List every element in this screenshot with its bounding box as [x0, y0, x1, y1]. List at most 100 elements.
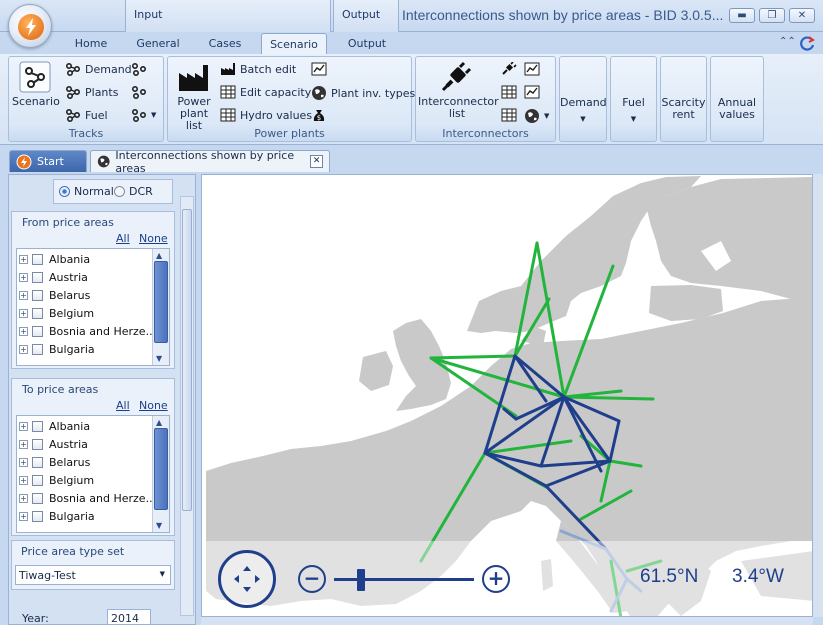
track-option-button-2[interactable]: [131, 85, 147, 99]
filter-panel-scrollbar[interactable]: [180, 196, 194, 616]
scroll-up-icon[interactable]: ▲: [156, 418, 162, 427]
normal-radio[interactable]: Normal: [59, 185, 114, 198]
dcr-radio[interactable]: DCR: [114, 185, 153, 198]
tab-general[interactable]: General: [127, 33, 189, 54]
track-option-dropdown[interactable]: ▼: [131, 108, 156, 122]
checkbox[interactable]: [32, 456, 43, 468]
checkbox[interactable]: [32, 474, 43, 486]
list-item[interactable]: + Albania: [17, 417, 169, 435]
list-item[interactable]: + Bosnia and Herze...: [17, 322, 169, 340]
expand-icon[interactable]: +: [19, 439, 28, 449]
list-item[interactable]: + Belarus: [17, 286, 169, 304]
fuel-dropdown[interactable]: Fuel ▼: [610, 56, 657, 142]
list-item[interactable]: + Bulgaria: [17, 507, 169, 525]
scroll-thumb[interactable]: [182, 209, 192, 511]
pan-control[interactable]: [218, 550, 276, 608]
expand-icon[interactable]: +: [19, 290, 28, 300]
plug-small-button[interactable]: [501, 62, 517, 76]
list-item[interactable]: + Austria: [17, 435, 169, 453]
plants-track-button[interactable]: Plants: [65, 85, 118, 99]
list-item[interactable]: + Austria: [17, 268, 169, 286]
from-list-scrollbar[interactable]: ▲ ▼: [152, 249, 169, 365]
checkbox[interactable]: [32, 343, 43, 355]
close-button[interactable]: ✕: [789, 8, 815, 23]
checkbox[interactable]: [32, 492, 43, 504]
scroll-thumb[interactable]: [154, 261, 168, 343]
expand-icon[interactable]: +: [19, 511, 28, 521]
close-tab-icon[interactable]: ✕: [310, 155, 323, 168]
list-item[interactable]: + Bulgaria: [17, 340, 169, 358]
hydro-values-button[interactable]: Hydro values: [220, 108, 312, 122]
interconnector-globe-dropdown[interactable]: ▼: [524, 108, 549, 124]
scroll-down-icon[interactable]: ▼: [156, 521, 162, 530]
power-plant-list-button[interactable]: Power plant list: [171, 61, 217, 132]
zoom-out-button[interactable]: −: [298, 565, 326, 593]
annual-values-dropdown[interactable]: Annual values: [710, 56, 764, 142]
expand-icon[interactable]: +: [19, 421, 28, 431]
zoom-slider-thumb[interactable]: [357, 569, 365, 591]
checkbox[interactable]: [32, 510, 43, 522]
plant-inv-types-button[interactable]: Plant inv. types: [311, 85, 415, 101]
list-item[interactable]: + Albania: [17, 250, 169, 268]
scroll-thumb[interactable]: [154, 428, 168, 510]
year-input[interactable]: 2014: [107, 609, 151, 625]
scenario-button[interactable]: Scenario: [12, 61, 60, 108]
expand-icon[interactable]: +: [19, 457, 28, 467]
demand-track-button[interactable]: Demand: [65, 62, 132, 76]
expand-icon[interactable]: +: [19, 326, 28, 336]
expand-icon[interactable]: +: [19, 254, 28, 264]
list-item[interactable]: + Bosnia and Herze...: [17, 489, 169, 507]
checkbox[interactable]: [32, 289, 43, 301]
map-vertical-scrollbar[interactable]: [813, 174, 823, 617]
tab-interconnections[interactable]: Interconnections shown by price areas ✕: [90, 149, 330, 175]
list-item[interactable]: + Belarus: [17, 453, 169, 471]
maximize-button[interactable]: ❐: [759, 8, 785, 23]
checkbox[interactable]: [32, 325, 43, 337]
interconnector-grid-button-2[interactable]: [501, 108, 517, 122]
expand-icon[interactable]: +: [19, 308, 28, 318]
from-select-none-link[interactable]: None: [139, 232, 168, 245]
scroll-up-icon[interactable]: ▲: [156, 251, 162, 260]
map-horizontal-scrollbar[interactable]: [201, 617, 813, 625]
tab-output[interactable]: Output: [336, 33, 398, 54]
track-option-button-1[interactable]: [131, 62, 147, 76]
power-chart-button[interactable]: [311, 62, 327, 76]
batch-edit-button[interactable]: Batch edit: [220, 62, 296, 76]
price-area-type-set-select[interactable]: Tiwag-Test ▼: [15, 565, 171, 585]
list-item[interactable]: + Belgium: [17, 304, 169, 322]
refresh-icon[interactable]: [798, 34, 816, 55]
money-bag-button[interactable]: $: [311, 108, 327, 124]
zoom-slider-track[interactable]: [334, 578, 474, 581]
demand-dropdown[interactable]: Demand ▼: [559, 56, 607, 142]
interconnector-chart-button-2[interactable]: [524, 85, 540, 99]
to-select-none-link[interactable]: None: [139, 399, 168, 412]
to-select-all-link[interactable]: All: [116, 399, 130, 412]
list-item[interactable]: + Belgium: [17, 471, 169, 489]
interconnection-map[interactable]: − + 61.5°N 3.4°W: [201, 174, 813, 617]
interconnector-chart-button-1[interactable]: [524, 62, 540, 76]
tab-cases[interactable]: Cases: [195, 33, 255, 54]
checkbox[interactable]: [32, 438, 43, 450]
expand-icon[interactable]: +: [19, 344, 28, 354]
from-select-all-link[interactable]: All: [116, 232, 130, 245]
tab-home[interactable]: Home: [65, 33, 117, 54]
fuel-track-button[interactable]: Fuel: [65, 108, 108, 122]
expand-icon[interactable]: +: [19, 272, 28, 282]
scroll-down-icon[interactable]: ▼: [156, 354, 162, 363]
app-menu-button[interactable]: [8, 4, 52, 48]
scarcity-rent-dropdown[interactable]: Scarcity rent: [660, 56, 707, 142]
zoom-in-button[interactable]: +: [482, 565, 510, 593]
checkbox[interactable]: [32, 307, 43, 319]
to-list-scrollbar[interactable]: ▲ ▼: [152, 416, 169, 532]
expand-icon[interactable]: +: [19, 475, 28, 485]
tab-start[interactable]: Start: [9, 150, 87, 172]
expand-icon[interactable]: +: [19, 493, 28, 503]
tab-scenario[interactable]: Scenario: [261, 33, 327, 54]
checkbox[interactable]: [32, 420, 43, 432]
minimize-button[interactable]: ▬: [729, 8, 755, 23]
edit-capacity-button[interactable]: Edit capacity: [220, 85, 311, 99]
interconnector-grid-button-1[interactable]: [501, 85, 517, 99]
collapse-ribbon-icon[interactable]: ⌃⌃: [779, 36, 796, 47]
checkbox[interactable]: [32, 271, 43, 283]
checkbox[interactable]: [32, 253, 43, 265]
